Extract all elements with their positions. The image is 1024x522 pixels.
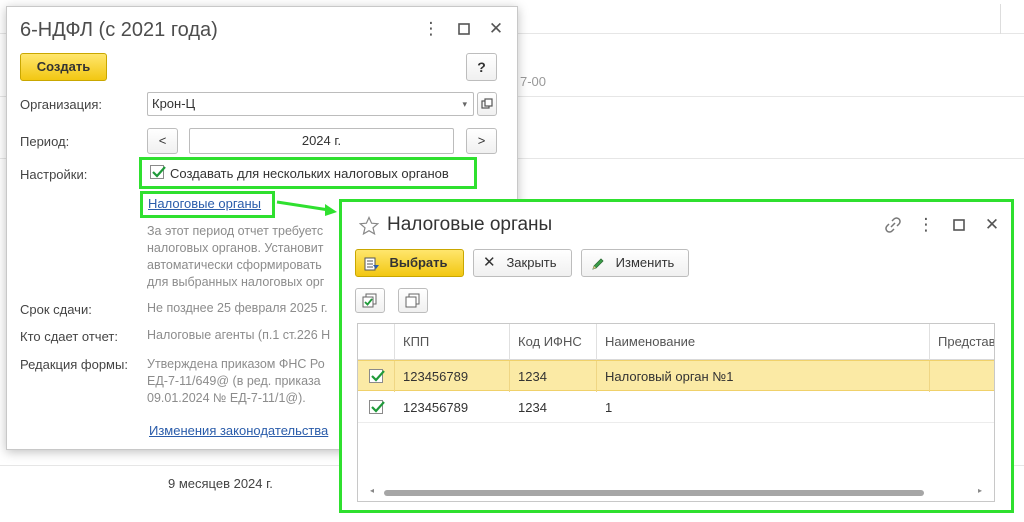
organization-field[interactable]: Крон-Ц ▾ — [147, 92, 474, 116]
form-edition-line: ЕД-7-11/649@ (в ред. приказа — [147, 374, 321, 388]
cell-kpp: 123456789 — [394, 361, 509, 392]
maximize-icon[interactable] — [454, 19, 474, 39]
column-header-representative[interactable]: Представ — [929, 324, 994, 360]
period-prev-button[interactable]: < — [147, 128, 178, 154]
who-submits-value: Налоговые агенты (п.1 ст.226 Н — [147, 328, 331, 342]
pencil-icon — [592, 258, 604, 270]
description-line: автоматически сформировать — [147, 258, 322, 272]
period-field[interactable]: 2024 г. — [189, 128, 454, 154]
form-edition-line: Утверждена приказом ФНС Ро — [147, 357, 325, 371]
tax-authorities-table: КПП Код ИФНС Наименование Представ 12345… — [357, 323, 995, 502]
bg-period-text: 9 месяцев 2024 г. — [168, 476, 273, 491]
settings-label: Настройки: — [20, 167, 88, 182]
more-menu-icon[interactable]: ⋮ — [421, 19, 441, 39]
row-checkbox[interactable] — [369, 400, 385, 414]
open-window-icon — [481, 98, 493, 109]
cell-representative — [929, 361, 994, 392]
column-header-kpp[interactable]: КПП — [394, 324, 509, 360]
select-button[interactable]: Выбрать — [355, 249, 464, 277]
description-line: для выбранных налоговых орг — [147, 275, 325, 289]
tax-authorities-link[interactable]: Налоговые органы — [148, 196, 261, 211]
edit-button[interactable]: Изменить — [581, 249, 689, 277]
checkmark-icon — [371, 370, 385, 382]
select-list-icon — [364, 257, 379, 271]
bg-column-divider — [1000, 4, 1001, 34]
row-checkbox[interactable] — [369, 369, 385, 383]
horizontal-scrollbar[interactable]: ◂ ▸ — [370, 486, 982, 497]
description-line: За этот период отчет требуетс — [147, 224, 324, 238]
scroll-left-icon[interactable]: ◂ — [370, 486, 374, 495]
cell-name: 1 — [605, 400, 613, 415]
deadline-value: Не позднее 25 февраля 2025 г. — [147, 301, 328, 315]
period-label: Период: — [20, 134, 70, 149]
multiple-authorities-label[interactable]: Создавать для нескольких налоговых орган… — [170, 166, 449, 181]
select-button-label: Выбрать — [389, 255, 448, 270]
help-button[interactable]: ? — [466, 53, 497, 81]
uncheck-all-icon — [405, 293, 420, 308]
open-organization-button[interactable] — [477, 92, 497, 116]
uncheck-all-button[interactable] — [398, 288, 428, 313]
close-icon[interactable]: ✕ — [982, 215, 1002, 235]
description-line: налоговых органов. Установит — [147, 241, 324, 255]
cell-kpp: 123456789 — [403, 400, 469, 415]
dropdown-arrow-icon[interactable]: ▾ — [462, 93, 467, 115]
cell-ifns: 1234 — [509, 361, 596, 392]
cell-ifns: 1234 — [518, 400, 547, 415]
scrollbar-thumb[interactable] — [384, 490, 924, 496]
organization-value: Крон-Ц — [152, 96, 196, 111]
table-header: КПП Код ИФНС Наименование Представ — [358, 324, 994, 360]
deadline-label: Срок сдачи: — [20, 302, 92, 317]
link-icon[interactable] — [883, 215, 903, 235]
tax-authorities-dialog: Налоговые органы ⋮ ✕ Выбрать ✕ Закрыть И… — [339, 199, 1014, 513]
close-button[interactable]: ✕ Закрыть — [473, 249, 572, 277]
close-x-icon: ✕ — [483, 254, 496, 271]
column-header-name[interactable]: Наименование — [596, 324, 929, 360]
form-edition-line: 09.01.2024 № ЕД-7-11/1@). — [147, 391, 306, 405]
cell-name: Налоговый орган №1 — [596, 361, 929, 392]
check-all-button[interactable] — [355, 288, 385, 313]
checkmark-icon — [371, 401, 385, 413]
scroll-right-icon[interactable]: ▸ — [978, 486, 982, 495]
edit-button-label: Изменить — [615, 255, 675, 270]
dialog-title: 6-НДФЛ (с 2021 года) — [20, 19, 218, 41]
star-icon[interactable] — [359, 216, 379, 236]
table-row[interactable]: 123456789 1234 Налоговый орган №1 — [358, 360, 994, 392]
bg-cell-text: 7-00 — [520, 74, 547, 89]
more-menu-icon[interactable]: ⋮ — [916, 215, 936, 235]
maximize-icon[interactable] — [949, 215, 969, 235]
table-row[interactable]: 123456789 1234 1 — [358, 392, 994, 423]
checkmark-icon — [152, 166, 166, 178]
organization-label: Организация: — [20, 97, 103, 112]
form-edition-label: Редакция формы: — [20, 357, 128, 372]
law-changes-link[interactable]: Изменения законодательства — [149, 423, 328, 438]
create-button[interactable]: Создать — [20, 53, 107, 81]
header-checkbox-column — [358, 324, 394, 360]
arrow-icon — [276, 200, 337, 216]
multiple-authorities-checkbox[interactable] — [150, 165, 166, 179]
who-submits-label: Кто сдает отчет: — [20, 329, 118, 344]
close-button-label: Закрыть — [506, 255, 557, 270]
column-header-ifns[interactable]: Код ИФНС — [509, 324, 596, 360]
check-all-icon — [362, 293, 377, 308]
period-next-button[interactable]: > — [466, 128, 497, 154]
close-icon[interactable]: ✕ — [486, 19, 506, 39]
dialog-title: Налоговые органы — [387, 214, 553, 235]
